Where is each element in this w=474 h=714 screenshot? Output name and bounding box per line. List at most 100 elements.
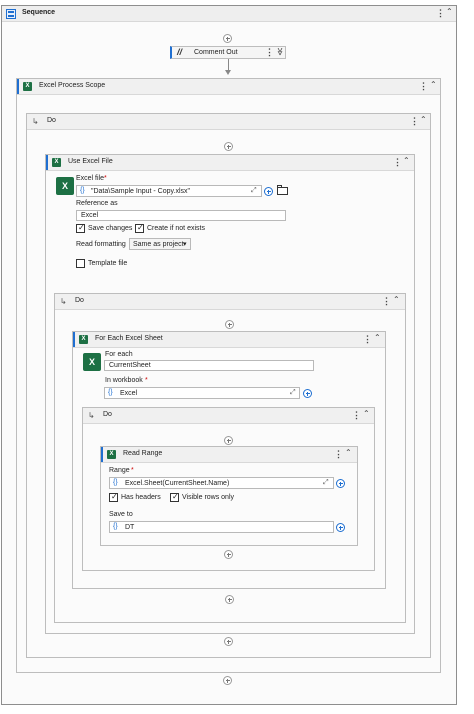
excel-icon: X (107, 450, 116, 459)
sequence-icon (6, 9, 16, 19)
excel-icon: X (79, 335, 88, 344)
excel-scope-collapse-icon[interactable]: ⌃ (430, 80, 437, 89)
read-range-menu-icon[interactable]: ⋮ (334, 449, 343, 460)
read-range-header[interactable]: X Read Range ⋮ ⌃ (101, 447, 357, 463)
sequence-header[interactable]: Sequence ⋮ ⌃ (2, 6, 456, 22)
has-headers-label: Has headers (121, 494, 161, 501)
save-changes-checkbox[interactable] (76, 223, 85, 233)
required-asterisk: * (131, 467, 134, 474)
do-mid-label: Do (75, 297, 84, 304)
do-mid-arrow-icon: ↳ (60, 297, 67, 306)
read-range-activity: X Read Range ⋮ ⌃ Range * {} Excel.Sheet(… (100, 446, 358, 546)
read-formatting-label: Read formatting (76, 241, 126, 248)
excel-file-input[interactable]: {} "Data\Sample Input - Copy.xlsx" ⤢ (76, 185, 262, 197)
required-asterisk: * (145, 377, 148, 384)
reference-as-input[interactable]: Excel (76, 210, 286, 221)
for-each-header[interactable]: X For Each Excel Sheet ⋮ ⌃ (73, 332, 385, 348)
comment-out-activity[interactable]: // Comment Out ⋮ ≫ (170, 46, 286, 59)
add-activity-plus-icon[interactable] (224, 436, 233, 445)
sequence-menu-icon[interactable]: ⋮ (436, 8, 445, 19)
for-each-excel-sheet-activity: X For Each Excel Sheet ⋮ ⌃ X For each Cu… (72, 331, 386, 589)
do-inner-container: ↳ Do ⋮ ⌃ X Read Range ⋮ ⌃ Range * {} Exc… (82, 407, 375, 571)
read-range-indicator (101, 447, 103, 462)
add-activity-plus-icon[interactable] (224, 637, 233, 646)
add-file-plus-icon[interactable] (264, 187, 273, 196)
add-workbook-plus-icon[interactable] (303, 389, 312, 398)
do-mid-header[interactable]: ↳ Do ⋮ ⌃ (55, 294, 405, 310)
add-range-plus-icon[interactable] (336, 479, 345, 488)
for-each-input[interactable]: CurrentSheet (104, 360, 314, 371)
use-excel-file-title: Use Excel File (68, 158, 113, 165)
range-input[interactable]: {} Excel.Sheet(CurrentSheet.Name) ⤢ (109, 477, 334, 489)
use-excel-collapse-icon[interactable]: ⌃ (403, 156, 410, 165)
use-excel-menu-icon[interactable]: ⋮ (393, 157, 402, 168)
add-activity-plus-icon[interactable] (225, 595, 234, 604)
template-file-label: Template file (88, 260, 128, 267)
expand-editor-icon[interactable]: ⤢ (290, 389, 296, 397)
do-inner-collapse-icon[interactable]: ⌃ (363, 409, 370, 418)
do-mid-menu-icon[interactable]: ⋮ (382, 296, 391, 307)
comment-out-label: Comment Out (194, 49, 238, 56)
save-to-label: Save to (109, 511, 133, 518)
do-outer-header[interactable]: ↳ Do ⋮ ⌃ (27, 114, 430, 130)
save-changes-label: Save changes (88, 225, 133, 232)
for-each-label: For each (105, 351, 133, 358)
add-activity-plus-icon[interactable] (223, 676, 232, 685)
read-range-collapse-icon[interactable]: ⌃ (345, 448, 352, 457)
do-inner-menu-icon[interactable]: ⋮ (352, 410, 361, 421)
do-inner-label: Do (103, 411, 112, 418)
do-outer-label: Do (47, 117, 56, 124)
add-variable-plus-icon[interactable] (336, 523, 345, 532)
do-mid-container: ↳ Do ⋮ ⌃ X For Each Excel Sheet ⋮ ⌃ X Fo… (54, 293, 406, 623)
range-label: Range (109, 467, 130, 474)
use-excel-indicator (46, 155, 48, 170)
expand-editor-icon[interactable]: ⤢ (323, 479, 329, 487)
comment-out-menu-icon[interactable]: ⋮ (265, 47, 274, 58)
expression-icon: {} (113, 523, 118, 530)
in-workbook-input[interactable]: {} Excel ⤢ (104, 387, 300, 399)
comment-out-expand-icon[interactable]: ≫ (276, 47, 285, 55)
do-mid-collapse-icon[interactable]: ⌃ (393, 295, 400, 304)
create-if-not-exists-checkbox[interactable] (135, 223, 144, 233)
do-outer-menu-icon[interactable]: ⋮ (410, 116, 419, 127)
visible-rows-only-checkbox[interactable] (170, 492, 179, 502)
dropdown-arrow-icon: ▾ (183, 241, 187, 248)
reference-as-value: Excel (81, 212, 99, 219)
template-file-checkbox[interactable] (76, 259, 85, 268)
read-formatting-value: Same as project (133, 241, 184, 248)
use-excel-file-header[interactable]: X Use Excel File ⋮ ⌃ (46, 155, 414, 171)
create-if-not-exists-label: Create if not exists (147, 225, 205, 232)
comment-out-icon: // (177, 47, 183, 57)
save-to-value: DT (125, 524, 135, 531)
in-workbook-label: In workbook (105, 377, 143, 384)
folder-icon[interactable] (277, 185, 288, 195)
visible-rows-only-label: Visible rows only (182, 494, 235, 501)
add-activity-plus-icon[interactable] (223, 34, 232, 43)
do-outer-collapse-icon[interactable]: ⌃ (420, 115, 427, 124)
in-workbook-value: Excel (120, 390, 138, 397)
excel-file-label: Excel file (76, 175, 105, 182)
read-range-title: Read Range (123, 450, 163, 457)
expand-editor-icon[interactable]: ⤢ (251, 187, 257, 195)
add-activity-plus-icon[interactable] (225, 320, 234, 329)
sequence-collapse-icon[interactable]: ⌃ (446, 7, 453, 16)
has-headers-checkbox[interactable] (109, 492, 118, 502)
expression-icon: {} (108, 389, 113, 396)
excel-icon: X (52, 158, 61, 167)
for-each-value: CurrentSheet (109, 362, 151, 369)
do-outer-arrow-icon: ↳ (32, 117, 39, 126)
excel-process-scope-header[interactable]: X Excel Process Scope ⋮ ⌃ (17, 79, 440, 95)
for-each-menu-icon[interactable]: ⋮ (363, 334, 372, 345)
do-inner-header[interactable]: ↳ Do ⋮ ⌃ (83, 408, 374, 424)
expression-icon: {} (113, 479, 118, 486)
sequence-title: Sequence (22, 9, 56, 16)
add-activity-plus-icon[interactable] (224, 550, 233, 559)
read-formatting-dropdown[interactable]: Same as project ▾ (129, 238, 191, 250)
excel-scope-indicator (17, 79, 19, 94)
for-each-collapse-icon[interactable]: ⌃ (374, 333, 381, 342)
for-each-indicator (73, 332, 75, 347)
excel-scope-menu-icon[interactable]: ⋮ (419, 81, 428, 92)
add-activity-plus-icon[interactable] (224, 142, 233, 151)
save-to-input[interactable]: {} DT (109, 521, 334, 533)
excel-icon: X (23, 82, 32, 91)
